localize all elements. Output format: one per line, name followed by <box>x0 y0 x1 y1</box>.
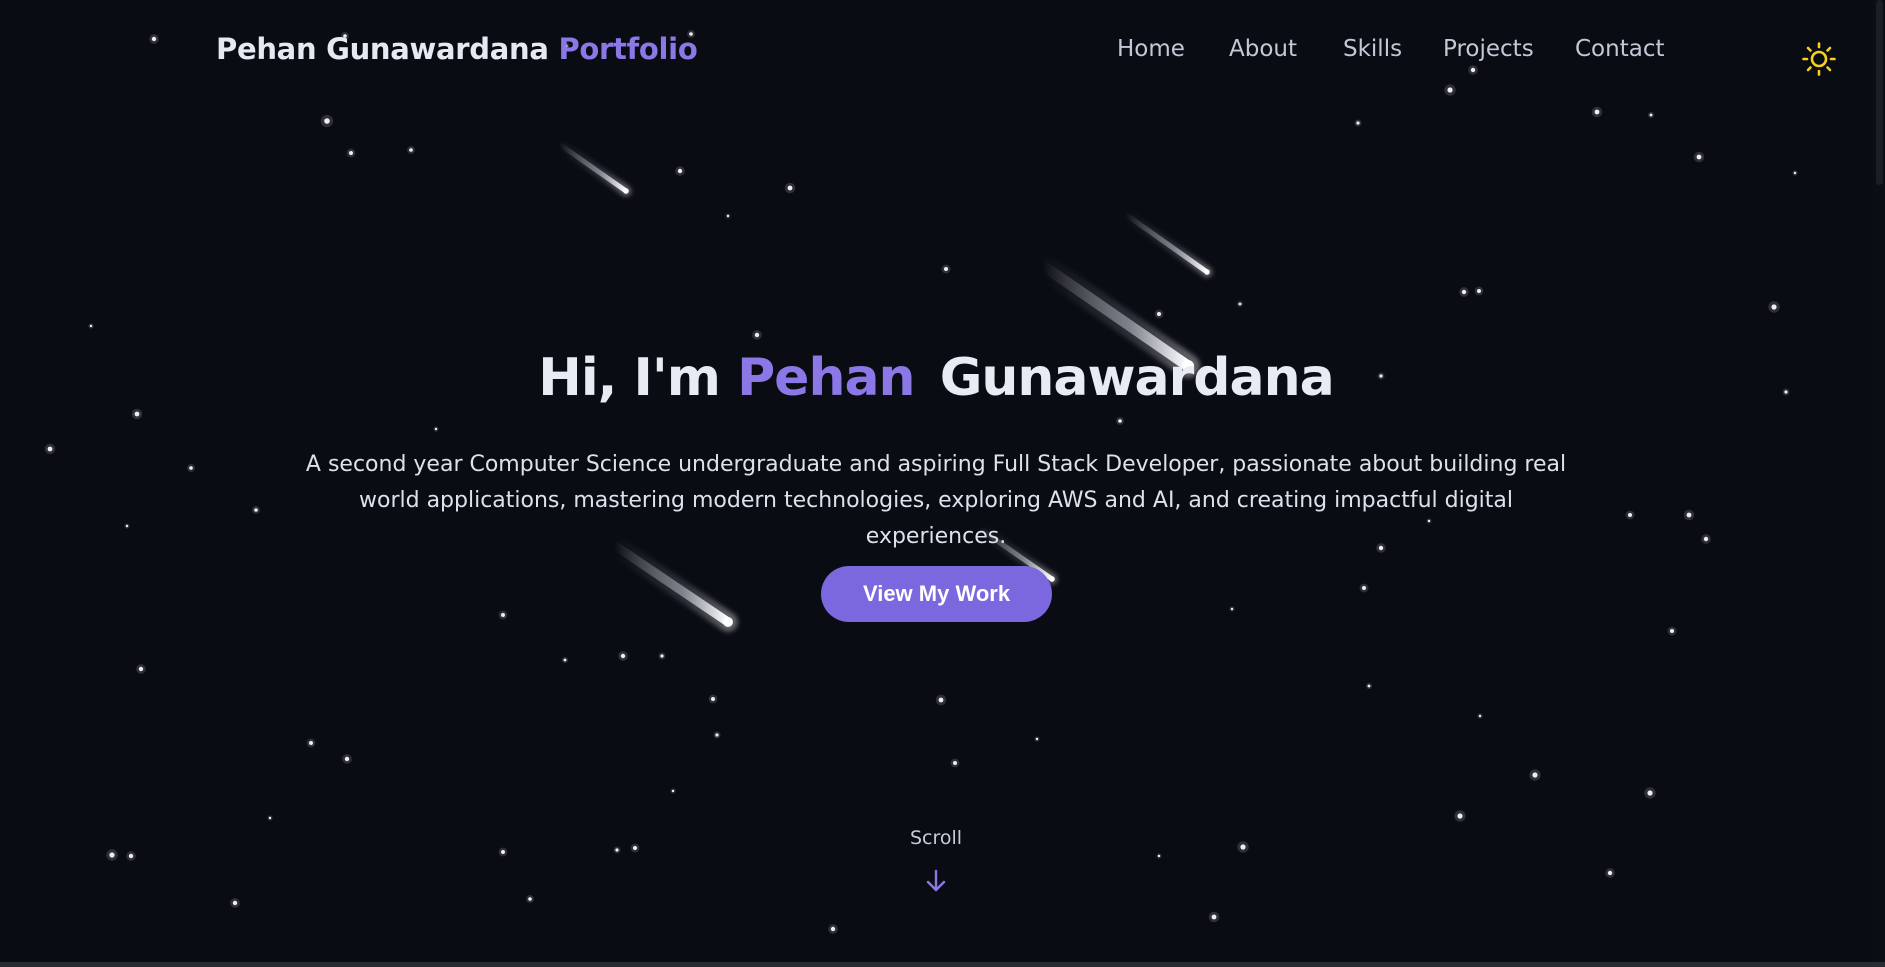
scroll-label: Scroll <box>909 827 963 849</box>
meteor <box>556 141 629 194</box>
meteor-head <box>1049 576 1055 582</box>
meteor-head <box>1204 269 1210 275</box>
hero-last-name: Gunawardana <box>939 348 1335 408</box>
bottom-edge <box>0 962 1885 967</box>
nav-contact-link[interactable]: Contact <box>1575 36 1664 62</box>
nav-skills-link[interactable]: Skills <box>1343 36 1402 62</box>
brand-name: Pehan Gunawardana <box>216 32 549 66</box>
view-my-work-button[interactable]: View My Work <box>821 566 1052 622</box>
meteor <box>609 540 733 627</box>
brand-logo[interactable]: Pehan Gunawardana Portfolio <box>216 32 698 66</box>
hero-heading: Hi, I'm Pehan Gunawardana <box>0 348 1872 408</box>
scrollbar[interactable] <box>1873 0 1885 967</box>
meteor-head <box>623 188 629 194</box>
scrollbar-thumb[interactable] <box>1876 0 1883 185</box>
meteor <box>1122 211 1210 275</box>
nav-projects-link[interactable]: Projects <box>1443 36 1534 62</box>
hero-greeting: Hi, I'm <box>538 348 721 408</box>
hero-description: A second year Computer Science undergrad… <box>305 452 1567 549</box>
portfolio-page: Pehan Gunawardana Portfolio Home About S… <box>0 0 1885 967</box>
nav-home-link[interactable]: Home <box>1117 36 1185 62</box>
meteor-head <box>723 617 733 627</box>
brand-accent: Portfolio <box>558 32 698 66</box>
arrow-down-icon[interactable] <box>924 868 948 894</box>
nav-about-link[interactable]: About <box>1229 36 1297 62</box>
sun-icon[interactable] <box>1802 42 1836 76</box>
hero-first-name: Pehan <box>737 348 916 408</box>
